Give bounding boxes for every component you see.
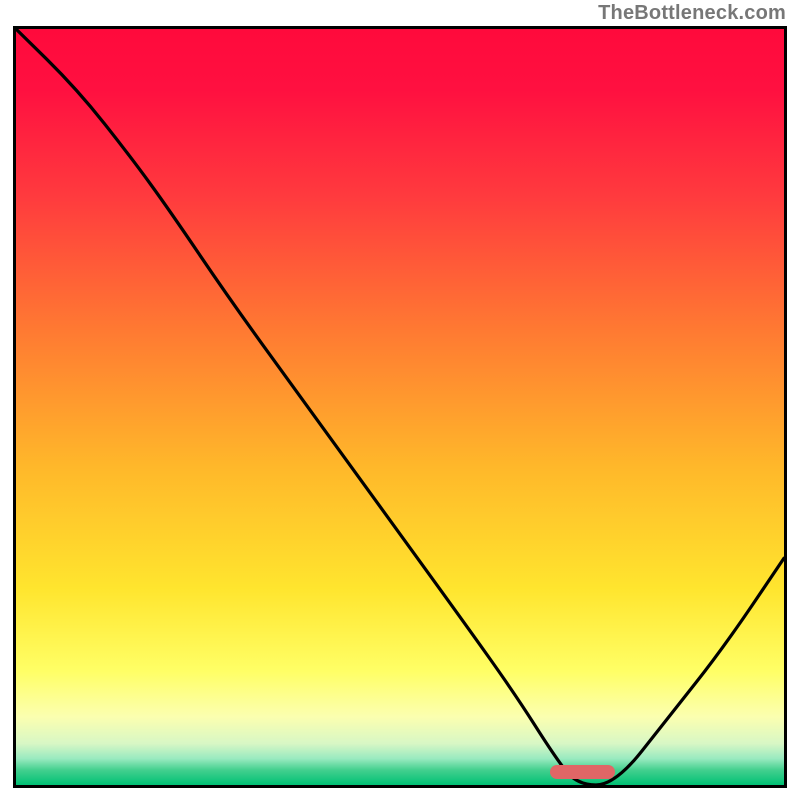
watermark-text: TheBottleneck.com — [598, 2, 786, 25]
optimal-range-marker — [550, 765, 615, 779]
chart-plot-area — [13, 26, 787, 788]
chart-curve — [16, 29, 784, 785]
